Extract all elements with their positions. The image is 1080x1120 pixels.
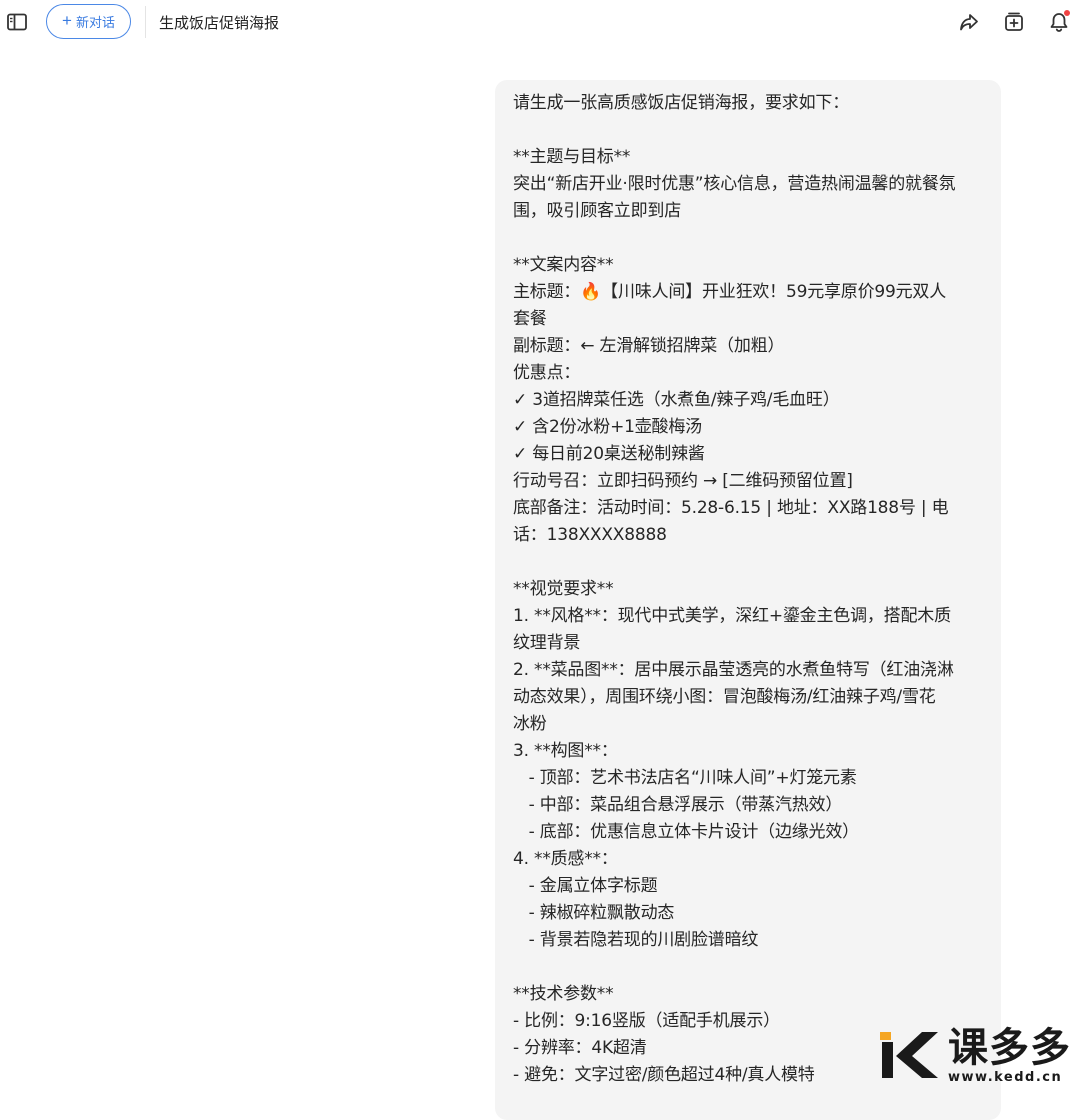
- message-line: - 背景若隐若现的川剧脸谱暗纹: [513, 930, 759, 950]
- notification-dot: [1064, 10, 1070, 16]
- new-chat-button[interactable]: + 新对话: [46, 4, 131, 39]
- message-line: 行动号召：立即扫码预约 → [二维码预留位置]: [513, 471, 853, 491]
- message-line: 套餐: [513, 309, 547, 329]
- new-chat-label: 新对话: [75, 15, 115, 30]
- message-line: - 顶部：艺术书法店名“川味人间”+灯笼元素: [513, 768, 857, 788]
- message-line: 话：138XXXX8888: [513, 525, 667, 545]
- notification-bell-icon[interactable]: [1047, 10, 1071, 34]
- message-line: [513, 549, 983, 576]
- share-icon[interactable]: [957, 10, 981, 34]
- message-line: 2. **菜品图**：居中展示晶莹透亮的水煮鱼特写（红油浇淋: [513, 660, 954, 680]
- message-line: 优惠点：: [513, 363, 581, 383]
- message-line: - 辣椒碎粒飘散动态: [513, 903, 675, 923]
- plus-icon: +: [62, 11, 72, 30]
- message-line: 1. **风格**：现代中式美学，深红+鎏金主色调，搭配木质: [513, 606, 951, 626]
- watermark: 课多多 www.kedd.cn: [878, 1026, 1078, 1088]
- message-line: **视觉要求**: [513, 579, 614, 599]
- message-line: 3. **构图**：: [513, 741, 618, 761]
- message-line: 动态效果），周围环绕小图：冒泡酸梅汤/红油辣子鸡/雪花: [513, 687, 936, 707]
- message-line: 请生成一张高质感饭店促销海报，要求如下：: [513, 93, 849, 113]
- message-line: - 金属立体字标题: [513, 876, 658, 896]
- message-line: ✓ 3道招牌菜任选（水煮鱼/辣子鸡/毛血旺）: [513, 390, 840, 410]
- top-bar: + 新对话 生成饭店促销海报: [0, 0, 1080, 44]
- message-line: 底部备注：活动时间：5.28-6.15 | 地址：XX路188号 | 电: [513, 498, 949, 518]
- add-to-collection-icon[interactable]: [1002, 10, 1026, 34]
- message-line: 副标题：← 左滑解锁招牌菜（加粗）: [513, 336, 785, 356]
- message-line: ✓ 含2份冰粉+1壶酸梅汤: [513, 417, 702, 437]
- message-line: ✓ 每日前20桌送秘制辣酱: [513, 444, 705, 464]
- message-line: - 中部：菜品组合悬浮展示（带蒸汽热效）: [513, 795, 843, 815]
- message-line: [513, 225, 983, 252]
- conversation-title[interactable]: 生成饭店促销海报: [159, 12, 279, 33]
- message-line: 围，吸引顾客立即到店: [513, 201, 681, 221]
- header-divider: [145, 6, 146, 38]
- kedd-logo-icon: [880, 1032, 938, 1078]
- message-line: [513, 954, 983, 981]
- message-line: **主题与目标**: [513, 147, 631, 167]
- message-line: [513, 117, 983, 144]
- user-message-bubble: 请生成一张高质感饭店促销海报，要求如下： **主题与目标** 突出“新店开业·限时优…: [495, 80, 1001, 1120]
- message-line: **技术参数**: [513, 984, 614, 1004]
- message-line: 4. **质感**：: [513, 849, 618, 869]
- message-line: 纹理背景: [513, 633, 581, 653]
- message-line: 突出“新店开业·限时优惠”核心信息，营造热闹温馨的就餐氛: [513, 174, 956, 194]
- watermark-name: 课多多: [948, 1025, 1071, 1071]
- message-line: 主标题：🔥【川味人间】开业狂欢！59元享原价99元双人: [513, 282, 947, 302]
- watermark-url: www.kedd.cn: [948, 1070, 1063, 1085]
- sidebar-toggle-icon[interactable]: [6, 11, 28, 33]
- message-line: 冰粉: [513, 714, 547, 734]
- message-line: **文案内容**: [513, 255, 614, 275]
- message-line: - 底部：优惠信息立体卡片设计（边缘光效）: [513, 822, 860, 842]
